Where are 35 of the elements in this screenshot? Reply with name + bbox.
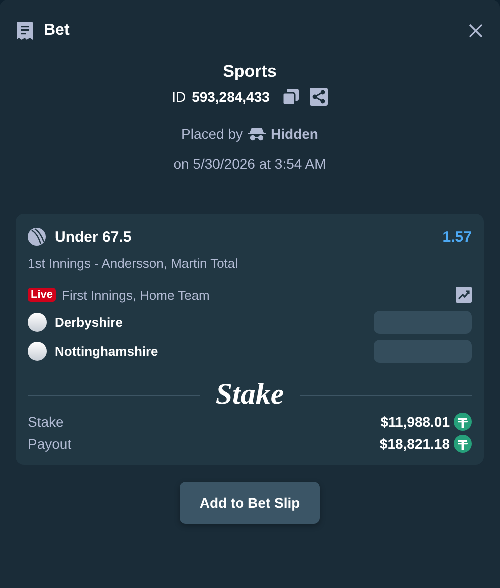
share-button[interactable] <box>310 88 328 106</box>
ball-icon <box>28 228 46 246</box>
share-icon <box>310 88 328 106</box>
market-name: 1st Innings - Andersson, Martin Total <box>28 256 240 271</box>
stats-button[interactable] <box>456 287 472 303</box>
total-amount: $11,988.01 <box>380 414 450 430</box>
team-name: Nottinghamshire <box>55 344 158 359</box>
close-button[interactable] <box>468 23 484 39</box>
id-label: ID <box>172 89 186 105</box>
brand-logo: Stake <box>216 379 284 411</box>
total-amount: $18,821.18 <box>380 436 450 452</box>
bet-id: 593,284,433 <box>192 89 270 105</box>
live-badge: Live <box>28 288 56 302</box>
selection-name: Under 67.5 <box>55 228 132 246</box>
receipt-icon <box>16 21 34 41</box>
total-label: Stake <box>28 414 64 430</box>
placed-by-label: Placed by <box>182 126 244 142</box>
username: Hidden <box>271 126 318 142</box>
modal-title: Bet <box>44 22 70 40</box>
add-to-bet-slip-button[interactable]: Add to Bet Slip <box>180 482 320 524</box>
copy-icon <box>282 88 300 106</box>
placed-date: on 5/30/2026 at 3:54 AM <box>174 156 326 172</box>
odds: 1.57 <box>442 228 472 246</box>
bet-category: Sports <box>223 62 277 82</box>
total-label: Payout <box>28 436 72 452</box>
team-logo-icon <box>28 313 47 332</box>
incognito-icon <box>248 127 266 141</box>
coin-icon <box>454 413 472 431</box>
team-logo-icon <box>28 342 47 361</box>
trend-icon <box>456 287 472 303</box>
copy-button[interactable] <box>282 88 300 106</box>
coin-icon <box>454 435 472 453</box>
event-name: First Innings, Home Team <box>62 288 210 302</box>
close-icon <box>468 23 484 39</box>
team-name: Derbyshire <box>55 315 123 330</box>
